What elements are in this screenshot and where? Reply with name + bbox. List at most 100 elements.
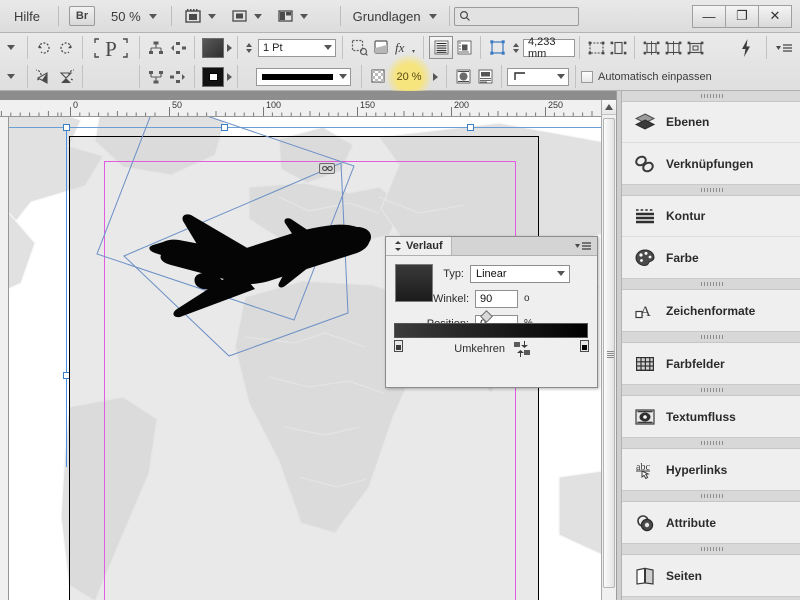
divider [27, 36, 28, 59]
horizontal-ruler[interactable]: 0 50 100 150 200 250 [0, 100, 616, 117]
divider [139, 65, 140, 88]
dock-edge[interactable] [617, 91, 622, 600]
scrollbar-thumb[interactable] [603, 118, 615, 588]
corner-radius-stepper[interactable] [510, 39, 521, 57]
fit-content-proportionally-icon[interactable] [585, 36, 607, 59]
corner-shape-select[interactable] [507, 67, 569, 86]
panel-menu-button[interactable] [574, 237, 597, 255]
stroke-swatch-icon[interactable] [202, 66, 224, 87]
stroke-swatch-group[interactable] [200, 66, 232, 87]
sidebar-item-hyperlinks[interactable]: abc Hyperlinks [622, 449, 800, 490]
stroke-style-select[interactable] [256, 67, 351, 86]
gradient-ramp[interactable] [394, 323, 588, 338]
sidebar-item-textumfluss[interactable]: Textumfluss [622, 396, 800, 437]
distribute-spacing-icon[interactable] [167, 65, 189, 88]
screen-mode-button[interactable] [222, 6, 268, 26]
align-top-icon[interactable] [145, 36, 167, 59]
distribute-horizontal-icon[interactable] [167, 36, 189, 59]
bridge-icon[interactable]: Br [69, 6, 96, 26]
gradient-stop-start[interactable] [394, 340, 403, 352]
frame-fitting-options[interactable]: 4,233 mm [486, 36, 575, 60]
gradient-preview-swatch[interactable] [395, 264, 433, 302]
vertical-scrollbar[interactable] [601, 100, 616, 600]
stroke-weight-field[interactable]: 1 Pt [243, 38, 336, 57]
chevron-down-icon[interactable] [324, 45, 332, 50]
search-input[interactable] [453, 6, 579, 26]
fill-swatch-icon[interactable] [202, 37, 224, 58]
text-wrap-icon [633, 405, 657, 429]
tool-options-dropdown-1[interactable] [0, 45, 22, 50]
chevron-down-icon [7, 74, 15, 79]
scroll-up-button[interactable] [602, 100, 616, 115]
selection-handle-top-right[interactable] [467, 124, 474, 131]
fit-frame-to-content-icon[interactable] [662, 36, 684, 59]
gradient-type-select[interactable]: Linear [470, 264, 570, 283]
vertical-ruler[interactable] [0, 117, 9, 600]
gradient-panel-tab[interactable]: Verlauf [386, 237, 452, 255]
sidebar-item-kontur[interactable]: Kontur [622, 196, 800, 237]
fill-swatch-group[interactable] [200, 37, 232, 58]
auto-fit-checkbox-row[interactable]: Automatisch einpassen [581, 70, 712, 83]
link-icon[interactable] [319, 163, 335, 174]
reverse-gradient-button[interactable] [511, 340, 535, 357]
gradient-stop-end[interactable] [580, 340, 589, 352]
stroke-weight-stepper[interactable] [243, 39, 254, 57]
flip-vertical-icon[interactable] [55, 65, 77, 88]
text-frame-options-icon[interactable] [452, 65, 474, 88]
hyperlinks-icon: abc [633, 458, 657, 482]
gradient-panel[interactable]: Verlauf Typ: Linear Winkel: 90 o Umkehre… [385, 236, 598, 388]
minimize-button[interactable]: — [692, 4, 726, 28]
sidebar-item-ebenen[interactable]: Ebenen [622, 102, 800, 143]
selection-handle-top-center[interactable] [221, 124, 228, 131]
gradient-angle-input[interactable]: 90 [475, 289, 518, 308]
panel-group-grip[interactable] [622, 332, 800, 343]
close-button[interactable]: ✕ [758, 4, 792, 28]
sidebar-item-attribute[interactable]: Attribute [622, 502, 800, 543]
rotate-cw-icon[interactable] [33, 36, 55, 59]
rotate-ccw-icon[interactable] [55, 36, 77, 59]
panel-group-grip[interactable] [622, 91, 800, 102]
auto-fit-checkbox[interactable] [581, 70, 593, 83]
panel-menu-icon[interactable] [772, 36, 796, 59]
menu-item-help[interactable]: Hilfe [0, 9, 54, 24]
panel-group-grip[interactable] [622, 279, 800, 290]
panel-group-grip[interactable] [622, 438, 800, 449]
sidebar-item-zeichenformate[interactable]: A Zeichenformate [622, 290, 800, 331]
wrap-below-icon[interactable] [474, 65, 496, 88]
drop-shadow-icon[interactable] [348, 36, 370, 59]
panel-group-grip[interactable] [622, 491, 800, 502]
workspace-switcher[interactable]: Grundlagen [345, 9, 445, 24]
center-content-icon[interactable] [640, 36, 662, 59]
chevron-right-icon[interactable] [433, 72, 438, 81]
reference-point-icon[interactable]: P [88, 35, 134, 61]
sidebar-item-verknuepfungen[interactable]: Verknüpfungen [622, 143, 800, 184]
panel-group-grip[interactable] [622, 385, 800, 396]
layers-icon [633, 110, 657, 134]
fit-content-to-frame-icon[interactable] [684, 36, 706, 59]
sidebar-item-farbe[interactable]: Farbe [622, 237, 800, 278]
panel-group-grip[interactable] [622, 185, 800, 196]
sidebar-item-seiten[interactable]: Seiten [622, 555, 800, 596]
selection-frame-left-edge[interactable] [66, 127, 67, 467]
view-options-button[interactable] [176, 6, 222, 26]
text-align-justify-icon[interactable] [429, 36, 453, 59]
arrange-documents-button[interactable] [268, 6, 314, 26]
zoom-level-select[interactable]: 50 % [101, 9, 167, 24]
transparency-icon[interactable] [370, 36, 392, 59]
divider [194, 36, 195, 59]
tool-options-dropdown-2[interactable] [0, 74, 22, 79]
fill-frame-proportionally-icon[interactable] [607, 36, 629, 59]
sidebar-item-farbfelder[interactable]: Farbfelder [622, 343, 800, 384]
selection-handle-top-left[interactable] [63, 124, 70, 131]
flip-horizontal-icon[interactable] [33, 65, 55, 88]
panel-group-grip[interactable] [622, 544, 800, 555]
text-wrap-around-icon[interactable] [453, 36, 475, 59]
align-bottom-icon[interactable] [145, 65, 167, 88]
fit-frame-icon[interactable] [486, 36, 508, 59]
quick-apply-icon[interactable] [731, 36, 761, 59]
maximize-button[interactable]: ❐ [725, 4, 759, 28]
airplane-silhouette[interactable] [119, 197, 379, 337]
opacity-field[interactable]: 20 % [389, 67, 429, 87]
divider [237, 65, 238, 88]
corner-radius-input[interactable]: 4,233 mm [523, 36, 575, 60]
